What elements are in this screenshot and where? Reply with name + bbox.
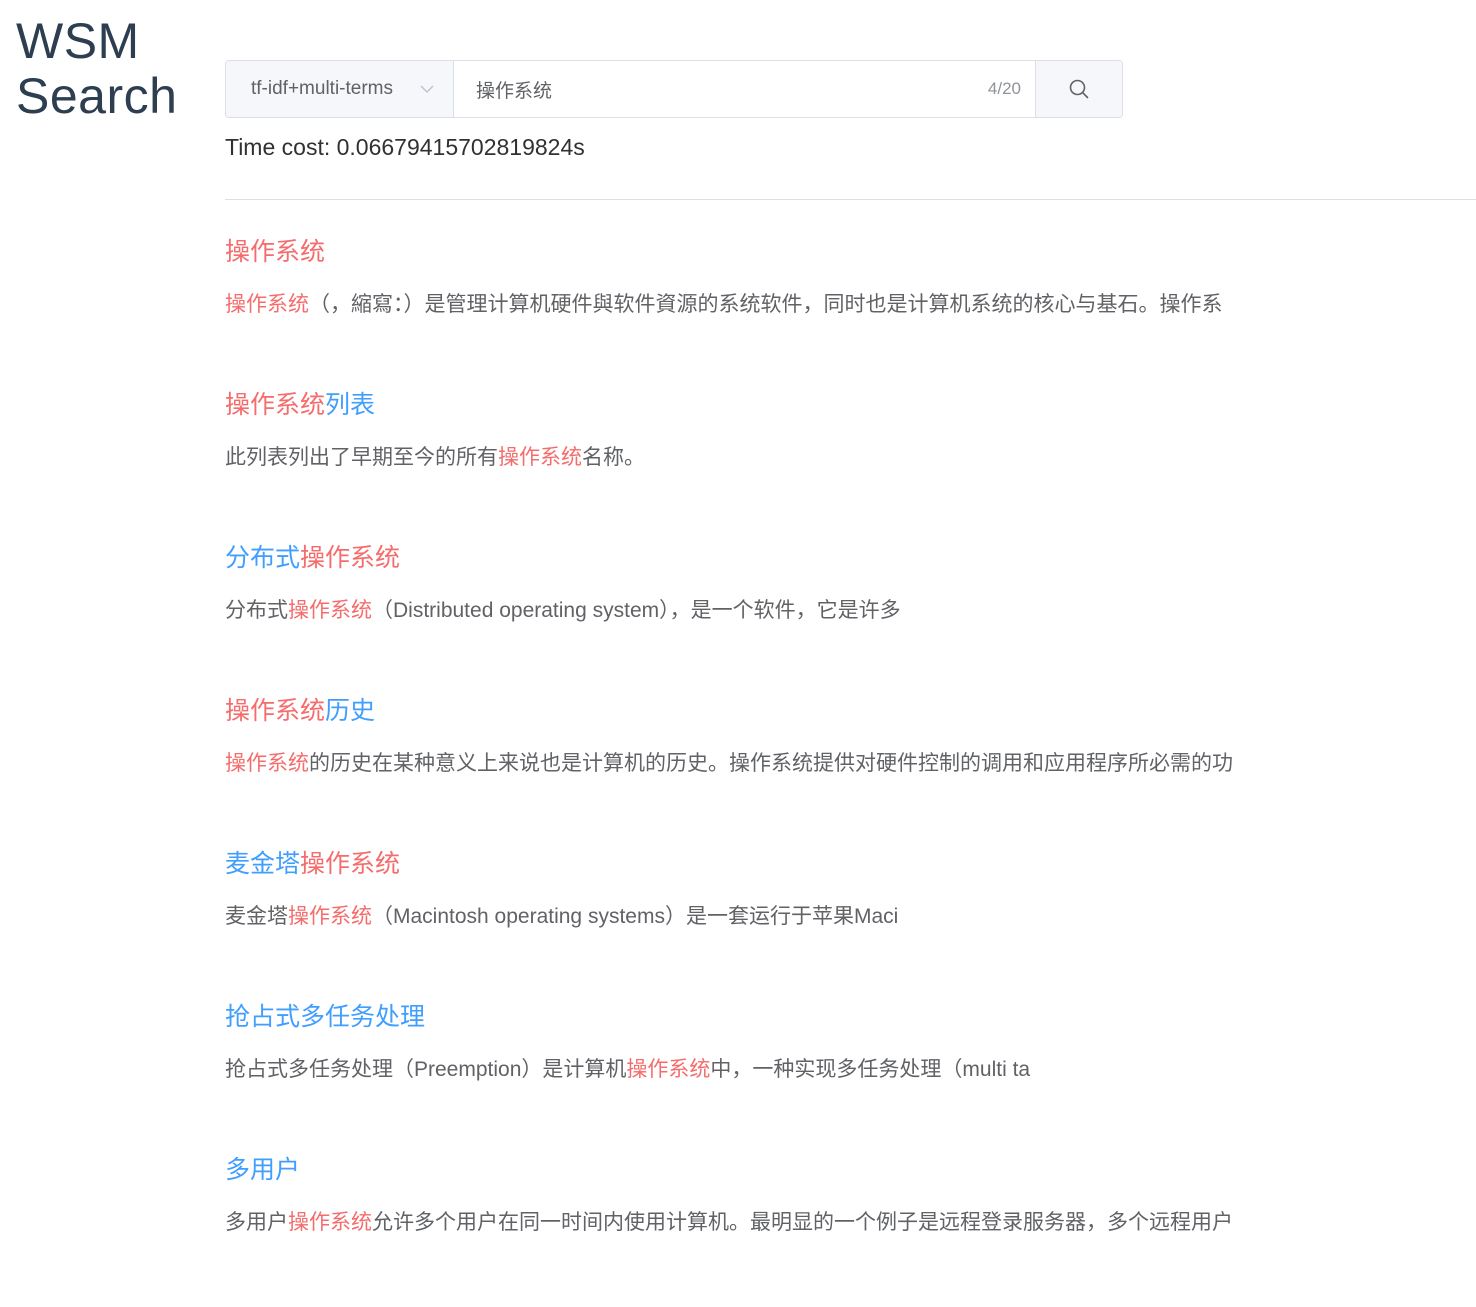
text-segment: （，縮寫：）是管理计算机硬件與软件資源的系统软件，同时也是计算机系统的核心与基石… [309,292,1223,316]
result-item: 分布式操作系统 分布式操作系统（Distributed operating sys… [225,542,1425,695]
result-item: 麦金塔操作系统 麦金塔操作系统（Macintosh operating syste… [225,848,1425,1001]
text-segment: Preemption [414,1058,522,1081]
char-counter: 4/20 [987,79,1021,98]
text-segment: 的历史在某种意义上来说也是计算机的历史。操作系统提供对硬件控制的调用和应用程序所… [309,751,1233,775]
highlight-term: 操作系统 [300,849,401,878]
search-icon [1069,79,1089,99]
text-segment: 此列表列出了早期至今的所有 [225,445,498,469]
result-snippet: 麦金塔操作系统（Macintosh operating systems）是一套运… [225,902,1425,931]
highlight-term: 操作系统 [225,292,309,316]
text-segment: 分布式 [225,543,301,572]
text-segment: 中，一种实现多任务处理（ [710,1057,963,1081]
search-input[interactable] [476,78,988,100]
text-segment: 多用户 [225,1155,301,1184]
result-title-link[interactable]: 操作系统 [225,236,1425,268]
search-button[interactable] [1035,61,1122,117]
result-title-link[interactable]: 多用户 [225,1154,1425,1186]
chevron-down-icon [420,85,434,94]
highlight-term: 操作系统 [288,1210,372,1234]
result-snippet: 操作系统的历史在某种意义上来说也是计算机的历史。操作系统提供对硬件控制的调用和应… [225,749,1425,777]
text-segment: 麦金塔 [225,904,288,928]
highlight-term: 操作系统 [225,390,326,419]
time-cost-text: Time cost: 0.06679415702819824s [225,134,585,160]
results-list: 操作系统 操作系统（，縮寫：）是管理计算机硬件與软件資源的系统软件，同时也是计算机… [225,236,1425,1307]
highlight-term: 操作系统 [498,445,582,469]
text-segment: 历史 [325,696,376,725]
search-bar: tf-idf+multi-terms 4/20 [225,60,1123,118]
highlight-term: 操作系统 [300,543,401,572]
text-segment: 麦金塔 [225,849,301,878]
highlight-term: 操作系统 [288,904,372,928]
ranking-method-value: tf-idf+multi-terms [251,78,393,99]
highlight-term: 操作系统 [225,751,309,775]
result-title-link[interactable]: 抢占式多任务处理 [225,1001,1425,1033]
logo-line-1: WSM [16,13,140,69]
text-segment: （ [372,904,393,928]
text-segment: ）是计算机 [521,1057,627,1081]
result-snippet: 多用户操作系统允许多个用户在同一时间内使用计算机。最明显的一个例子是远程登录服务… [225,1208,1425,1236]
text-segment: 允许多个用户在同一时间内使用计算机。最明显的一个例子是远程登录服务器，多个远程用… [372,1210,1233,1234]
text-segment: （ [372,598,393,622]
result-item: 操作系统历史 操作系统的历史在某种意义上来说也是计算机的历史。操作系统提供对硬件控… [225,695,1425,848]
text-segment: ）是一套运行于苹果 [664,904,854,928]
text-segment: Macintosh operating systems [393,905,665,928]
result-item: 操作系统 操作系统（，縮寫：）是管理计算机硬件與软件資源的系统软件，同时也是计算机… [225,236,1425,389]
text-segment: 抢占式多任务处理 [225,1002,426,1031]
result-snippet: 操作系统（，縮寫：）是管理计算机硬件與软件資源的系统软件，同时也是计算机系统的核… [225,290,1425,318]
text-segment: 分布式 [225,598,288,622]
result-item: 多用户 多用户操作系统允许多个用户在同一时间内使用计算机。最明显的一个例子是远程登… [225,1154,1425,1307]
highlight-term: 操作系统 [225,237,326,266]
highlight-term: 操作系统 [288,598,372,622]
result-snippet: 此列表列出了早期至今的所有操作系统名称。 [225,443,1425,471]
site-logo: WSM Search [16,14,177,124]
highlight-term: 操作系统 [626,1057,711,1081]
text-segment: 列表 [325,390,376,419]
result-title-link[interactable]: 操作系统列表 [225,389,1425,421]
divider [225,199,1476,200]
text-segment: Distributed operating system [393,599,660,622]
text-segment: 名称。 [582,445,645,469]
result-title-link[interactable]: 麦金塔操作系统 [225,848,1425,880]
highlight-term: 操作系统 [225,696,326,725]
search-input-wrapper: 4/20 [454,61,1035,117]
result-item: 操作系统列表 此列表列出了早期至今的所有操作系统名称。 [225,389,1425,542]
text-segment: ），是一个软件，它是许多 [659,598,901,622]
result-title-link[interactable]: 操作系统历史 [225,695,1425,727]
logo-line-2: Search [16,68,178,124]
result-snippet: 抢占式多任务处理（Preemption）是计算机操作系统中，一种实现多任务处理（… [225,1055,1425,1084]
ranking-method-select[interactable]: tf-idf+multi-terms [226,61,454,117]
result-item: 抢占式多任务处理抢占式多任务处理（Preemption）是计算机操作系统中，一种… [225,1001,1425,1154]
text-segment: Maci [853,905,899,928]
result-title-link[interactable]: 分布式操作系统 [225,542,1425,574]
text-segment: 抢占式多任务处理（ [225,1057,414,1081]
text-segment: multi ta [962,1058,1031,1081]
result-snippet: 分布式操作系统（Distributed operating system），是一… [225,596,1425,625]
text-segment: 多用户 [225,1210,288,1234]
